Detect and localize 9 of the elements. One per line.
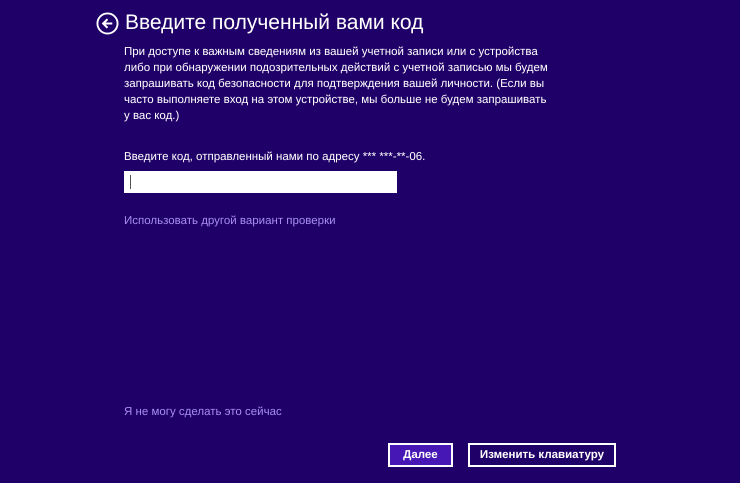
back-icon[interactable] xyxy=(96,12,119,34)
description-text: При доступе к важным сведениям из вашей учетной записи или с устройства либо при обнаружении подозрительных действий с учетной записью мы будем запрашивать код безопасности для подтверждения вашей личности. (Если вы часто выполняете вход на этом устройстве, мы больше не будем запрашивать у вас код.) xyxy=(124,45,549,124)
code-input-field[interactable] xyxy=(124,171,397,193)
page-title: Введите полученный вами код xyxy=(125,11,424,35)
alternate-verification-link[interactable]: Использовать другой вариант проверки xyxy=(124,215,336,227)
skip-link[interactable]: Я не могу сделать это сейчас xyxy=(124,406,282,418)
change-keyboard-button[interactable]: Изменить клавиатуру xyxy=(468,443,616,467)
field-label: Введите код, отправленный нами по адресу *** ***-**-06. xyxy=(124,151,426,163)
next-button[interactable]: Далее xyxy=(388,443,453,467)
